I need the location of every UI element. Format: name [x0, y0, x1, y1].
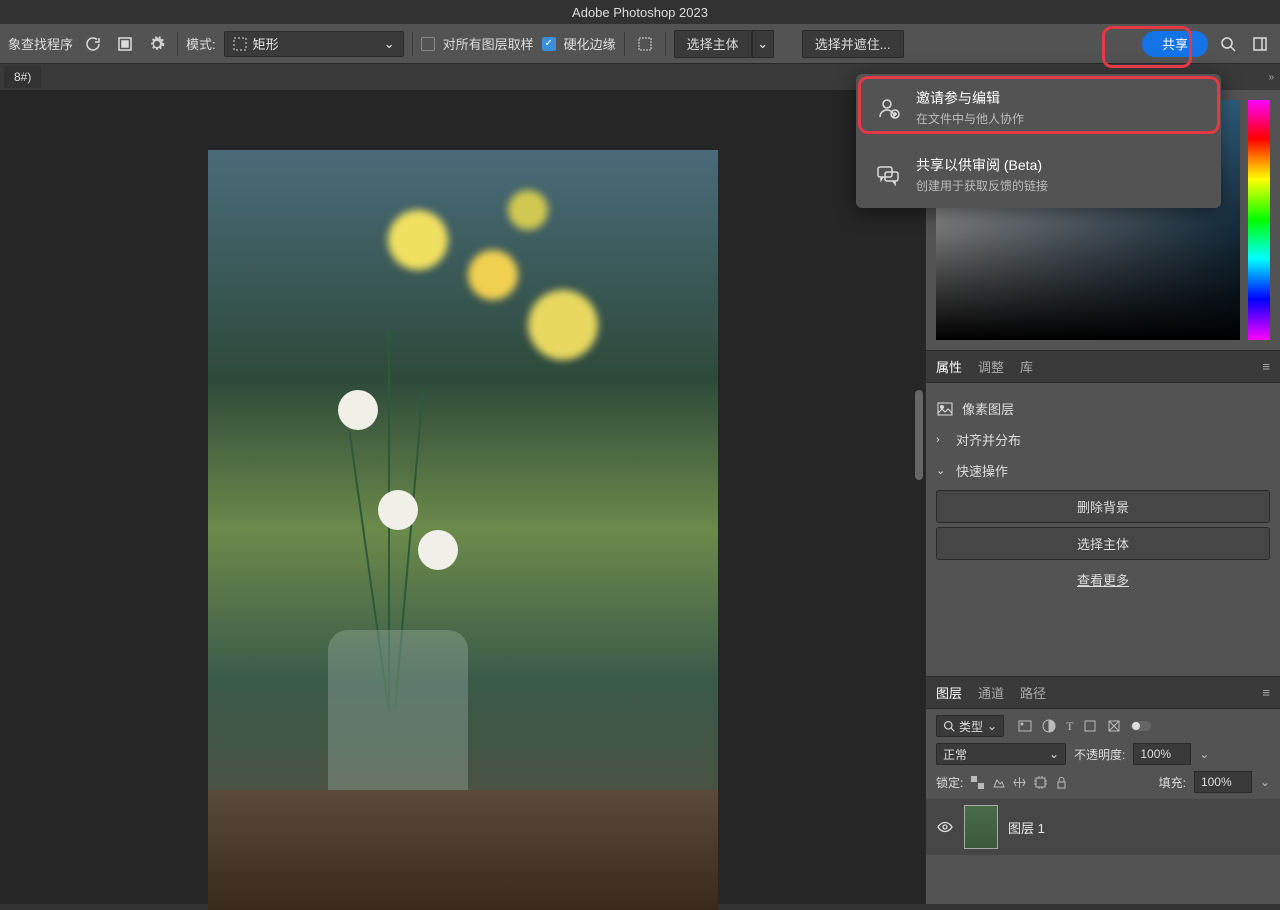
scrollbar-handle[interactable] [915, 390, 923, 480]
separator [412, 32, 413, 56]
panel-menu-icon[interactable]: ≡ [1262, 359, 1270, 374]
properties-panel: 属性 调整 库 ≡ 像素图层 › 对齐并分布 ⌄ 快速操作 删除背景 [926, 350, 1280, 676]
select-subject-button[interactable]: 选择主体 [674, 30, 752, 58]
sample-all-label: 对所有图层取样 [443, 34, 534, 53]
image-icon [936, 400, 954, 418]
pixel-layer-label: 像素图层 [962, 399, 1014, 418]
mode-select[interactable]: 矩形 ⌄ [224, 31, 404, 57]
chevron-down-icon[interactable]: ⌄ [1260, 775, 1270, 789]
align-section[interactable]: › 对齐并分布 [936, 424, 1270, 455]
lock-artboard-icon[interactable] [1034, 776, 1047, 789]
share-for-review-item[interactable]: 共享以供审阅 (Beta) 创建用于获取反馈的链接 [856, 141, 1221, 208]
sample-all-checkbox[interactable] [421, 37, 435, 51]
lock-label: 锁定: [936, 774, 963, 791]
chevron-down-icon: ⌄ [384, 36, 395, 52]
layer-thumbnail[interactable] [964, 805, 998, 849]
filter-shape-icon[interactable] [1083, 719, 1097, 733]
search-icon[interactable] [1216, 32, 1240, 56]
separator [624, 32, 625, 56]
properties-header: 属性 调整 库 ≡ [926, 351, 1280, 383]
tab-expand-icon[interactable]: » [1262, 72, 1280, 83]
share-popup: 邀请参与编辑 在文件中与他人协作 共享以供审阅 (Beta) 创建用于获取反馈的… [856, 74, 1221, 208]
mode-value: 矩形 [253, 34, 279, 53]
hue-slider[interactable] [1248, 100, 1270, 340]
tab-libraries[interactable]: 库 [1020, 357, 1033, 376]
document-tab[interactable]: 8#) [4, 66, 41, 88]
filter-smart-icon[interactable] [1107, 719, 1121, 733]
mode-label: 模式: [186, 34, 216, 53]
tab-adjustments[interactable]: 调整 [978, 357, 1004, 376]
lock-image-icon[interactable] [992, 776, 1005, 789]
hard-edge-checkbox[interactable] [542, 37, 556, 51]
separator [177, 32, 178, 56]
main-area: 属性 调整 库 ≡ 像素图层 › 对齐并分布 ⌄ 快速操作 删除背景 [0, 90, 1280, 904]
title-bar: Adobe Photoshop 2023 [0, 0, 1280, 24]
layer-filter-kind[interactable]: 类型 ⌄ [936, 715, 1004, 737]
tab-layers[interactable]: 图层 [936, 683, 962, 702]
lock-all-icon[interactable] [1055, 776, 1068, 789]
select-and-mask-button[interactable]: 选择并遮住... [802, 30, 904, 58]
canvas-image[interactable] [208, 150, 718, 910]
fill-label: 填充: [1159, 774, 1186, 791]
invite-user-icon [874, 94, 902, 122]
chevron-down-icon[interactable]: ⌄ [1199, 747, 1209, 761]
finder-label: 象查找程序 [8, 34, 73, 53]
tab-paths[interactable]: 路径 [1020, 683, 1046, 702]
layer-name[interactable]: 图层 1 [1008, 818, 1045, 837]
brush-settings-icon[interactable] [633, 32, 657, 56]
canvas-area[interactable] [0, 90, 925, 904]
filter-pixel-icon[interactable] [1018, 719, 1032, 733]
gear-icon[interactable] [145, 32, 169, 56]
opacity-input[interactable]: 100% [1133, 743, 1191, 765]
comment-icon [874, 161, 902, 189]
separator [665, 32, 666, 56]
select-subject-button-panel[interactable]: 选择主体 [936, 527, 1270, 560]
remove-background-button[interactable]: 删除背景 [936, 490, 1270, 523]
app-title: Adobe Photoshop 2023 [572, 5, 708, 20]
options-bar: 象查找程序 模式: 矩形 ⌄ 对所有图层取样 硬化边缘 选择主体 ⌄ 选择并遮住… [0, 24, 1280, 64]
tab-properties[interactable]: 属性 [936, 357, 962, 376]
hard-edge-label: 硬化边缘 [564, 34, 616, 53]
screen-mode-icon[interactable] [113, 32, 137, 56]
quick-actions-section[interactable]: ⌄ 快速操作 [936, 455, 1270, 486]
workspace-icon[interactable] [1248, 32, 1272, 56]
share-button[interactable]: 共享 [1142, 31, 1208, 57]
lock-position-icon[interactable] [1013, 776, 1026, 789]
invite-title: 邀请参与编辑 [916, 88, 1024, 108]
invite-subtitle: 在文件中与他人协作 [916, 110, 1024, 127]
layers-panel: 图层 通道 路径 ≡ 类型 ⌄ T [926, 676, 1280, 904]
fill-input[interactable]: 100% [1194, 771, 1252, 793]
filter-adjustment-icon[interactable] [1042, 719, 1056, 733]
filter-type-icon[interactable]: T [1066, 719, 1073, 734]
visibility-toggle[interactable] [936, 818, 954, 836]
opacity-label: 不透明度: [1074, 746, 1125, 763]
see-more-link[interactable]: 查看更多 [936, 564, 1270, 595]
chevron-down-icon: ⌄ [936, 464, 948, 477]
layer-row[interactable]: 图层 1 [926, 799, 1280, 855]
review-title: 共享以供审阅 (Beta) [916, 155, 1048, 175]
right-panels: 属性 调整 库 ≡ 像素图层 › 对齐并分布 ⌄ 快速操作 删除背景 [925, 90, 1280, 904]
chevron-right-icon: › [936, 434, 948, 446]
layer-type-row: 像素图层 [936, 393, 1270, 424]
filter-toggle[interactable] [1131, 721, 1151, 731]
invite-to-edit-item[interactable]: 邀请参与编辑 在文件中与他人协作 [856, 74, 1221, 141]
layers-header: 图层 通道 路径 ≡ [926, 677, 1280, 709]
select-subject-dropdown[interactable]: ⌄ [752, 30, 774, 58]
review-subtitle: 创建用于获取反馈的链接 [916, 177, 1048, 194]
panel-menu-icon[interactable]: ≡ [1262, 685, 1270, 700]
refresh-icon[interactable] [81, 32, 105, 56]
lock-transparency-icon[interactable] [971, 776, 984, 789]
tab-channels[interactable]: 通道 [978, 683, 1004, 702]
blend-mode-select[interactable]: 正常⌄ [936, 743, 1066, 765]
